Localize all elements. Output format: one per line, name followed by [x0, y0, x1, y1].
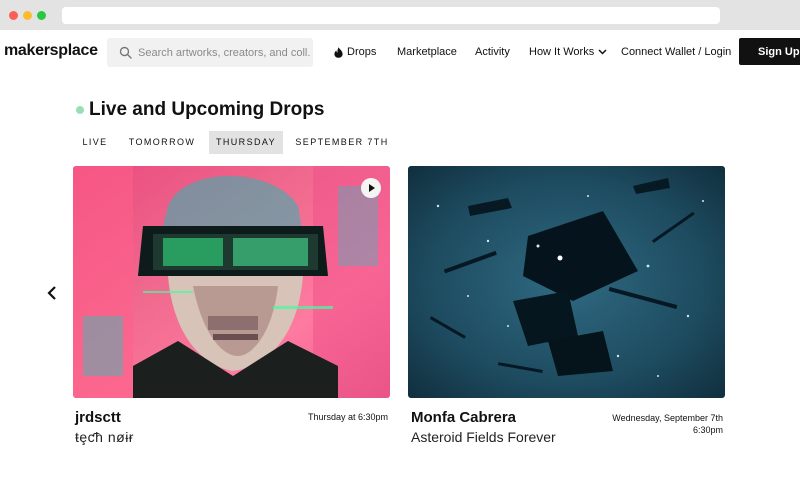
search-input[interactable]: [138, 44, 310, 61]
page: makersplace Drops Marketplace Activity H…: [0, 30, 800, 482]
site-logo[interactable]: makersplace: [4, 42, 98, 60]
drop-time-1: Thursday at 6:30pm: [307, 412, 388, 422]
drop-title-2[interactable]: Asteroid Fields Forever: [411, 429, 556, 445]
chevron-down-icon: [598, 49, 607, 55]
drop-time-2-hour: 6:30pm: [692, 425, 723, 435]
flame-icon: [334, 46, 343, 58]
nav-activity[interactable]: Activity: [475, 46, 510, 58]
drop-artwork-2[interactable]: [408, 166, 725, 398]
tab-thursday[interactable]: THURSDAY: [209, 131, 283, 154]
tab-tomorrow[interactable]: TOMORROW: [124, 131, 200, 154]
tab-live[interactable]: LIVE: [74, 131, 116, 154]
nav-drops[interactable]: Drops: [334, 46, 376, 58]
maximize-window-button[interactable]: [37, 11, 46, 20]
nav-drops-label: Drops: [347, 46, 377, 58]
section-title: Live and Upcoming Drops: [89, 99, 325, 120]
drop-time-2: Wednesday, September 7th 6:30pm: [585, 412, 723, 436]
drop-time-2-date: Wednesday, September 7th: [612, 413, 723, 423]
tab-september-7th[interactable]: SEPTEMBER 7TH: [290, 131, 394, 154]
nav-how-it-works[interactable]: How It Works: [529, 46, 607, 58]
drop-creator-1[interactable]: jrdsctt: [75, 409, 121, 426]
search-icon: [119, 46, 132, 59]
nav-marketplace[interactable]: Marketplace: [397, 46, 457, 58]
drop-creator-2[interactable]: Monfa Cabrera: [411, 409, 516, 426]
live-indicator-dot: [76, 106, 84, 114]
browser-window: makersplace Drops Marketplace Activity H…: [0, 0, 800, 482]
minimize-window-button[interactable]: [23, 11, 32, 20]
play-video-button[interactable]: [361, 178, 381, 198]
close-window-button[interactable]: [9, 11, 18, 20]
drop-title-1[interactable]: ŧȩƈħ nøɨɍ: [75, 429, 134, 445]
artwork-image-glitch-portrait: [73, 166, 390, 398]
nav-connect-wallet[interactable]: Connect Wallet / Login: [621, 46, 731, 58]
chevron-left-icon[interactable]: [45, 281, 59, 305]
nav-how-it-works-label: How It Works: [529, 46, 595, 58]
search-box[interactable]: [107, 38, 313, 67]
play-icon: [369, 184, 375, 192]
drop-artwork-1[interactable]: [73, 166, 390, 398]
browser-chrome: [0, 0, 800, 30]
sign-up-button[interactable]: Sign Up: [739, 38, 800, 65]
artwork-image-asteroid-field: [408, 166, 725, 398]
address-bar[interactable]: [62, 7, 720, 24]
